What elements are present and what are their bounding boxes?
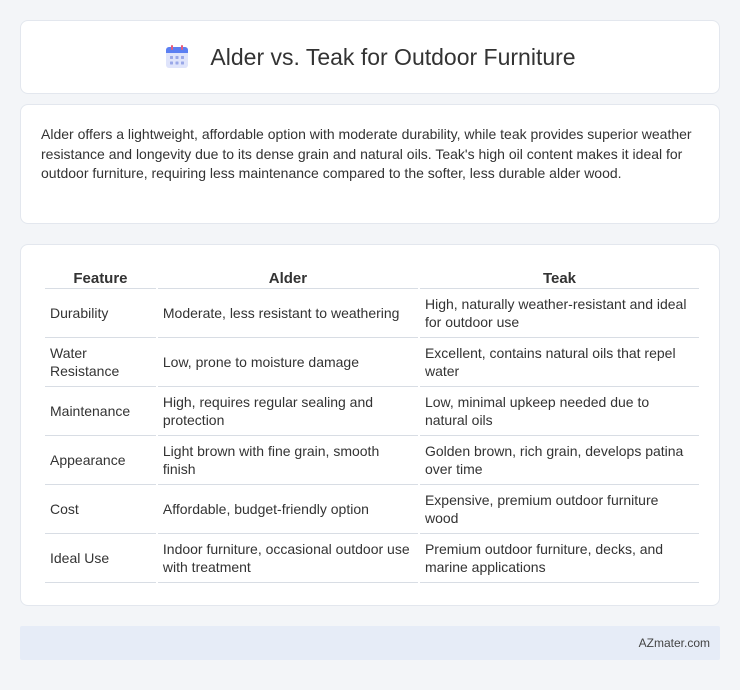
table-header-row: Feature Alder Teak (45, 265, 699, 289)
alder-cell: High, requires regular sealing and prote… (157, 387, 418, 436)
feature-cell: Cost (45, 485, 156, 534)
header-feature: Feature (45, 265, 156, 289)
footer-brand[interactable]: AZmater.com (639, 636, 710, 650)
table-row: Cost Affordable, budget-friendly option … (45, 485, 699, 534)
teak-cell: Premium outdoor furniture, decks, and ma… (419, 534, 699, 583)
teak-cell: Low, minimal upkeep needed due to natura… (419, 387, 699, 436)
alder-cell: Light brown with fine grain, smooth fini… (157, 436, 418, 485)
comparison-table: Feature Alder Teak Durability Moderate, … (43, 265, 701, 583)
table-row: Water Resistance Low, prone to moisture … (45, 338, 699, 387)
header-teak: Teak (419, 265, 699, 289)
table-row: Maintenance High, requires regular seali… (45, 387, 699, 436)
alder-cell: Indoor furniture, occasional outdoor use… (157, 534, 418, 583)
summary-text: Alder offers a lightweight, affordable o… (41, 126, 692, 181)
feature-cell: Ideal Use (45, 534, 156, 583)
footer: AZmater.com (20, 626, 720, 660)
header-alder: Alder (157, 265, 418, 289)
comparison-card: Feature Alder Teak Durability Moderate, … (20, 244, 720, 606)
alder-cell: Affordable, budget-friendly option (157, 485, 418, 534)
title-card: Alder vs. Teak for Outdoor Furniture (20, 20, 720, 94)
table-row: Durability Moderate, less resistant to w… (45, 289, 699, 338)
teak-cell: High, naturally weather-resistant and id… (419, 289, 699, 338)
table-row: Ideal Use Indoor furniture, occasional o… (45, 534, 699, 583)
feature-cell: Water Resistance (45, 338, 156, 387)
feature-cell: Appearance (45, 436, 156, 485)
table-row: Appearance Light brown with fine grain, … (45, 436, 699, 485)
feature-cell: Durability (45, 289, 156, 338)
alder-cell: Low, prone to moisture damage (157, 338, 418, 387)
teak-cell: Golden brown, rich grain, develops patin… (419, 436, 699, 485)
page-title-text: Alder vs. Teak for Outdoor Furniture (210, 43, 576, 70)
feature-cell: Maintenance (45, 387, 156, 436)
summary-card: Alder offers a lightweight, affordable o… (20, 104, 720, 224)
calendar-icon (166, 45, 189, 68)
teak-cell: Excellent, contains natural oils that re… (419, 338, 699, 387)
alder-cell: Moderate, less resistant to weathering (157, 289, 418, 338)
teak-cell: Expensive, premium outdoor furniture woo… (419, 485, 699, 534)
page-title: Alder vs. Teak for Outdoor Furniture (164, 43, 576, 71)
